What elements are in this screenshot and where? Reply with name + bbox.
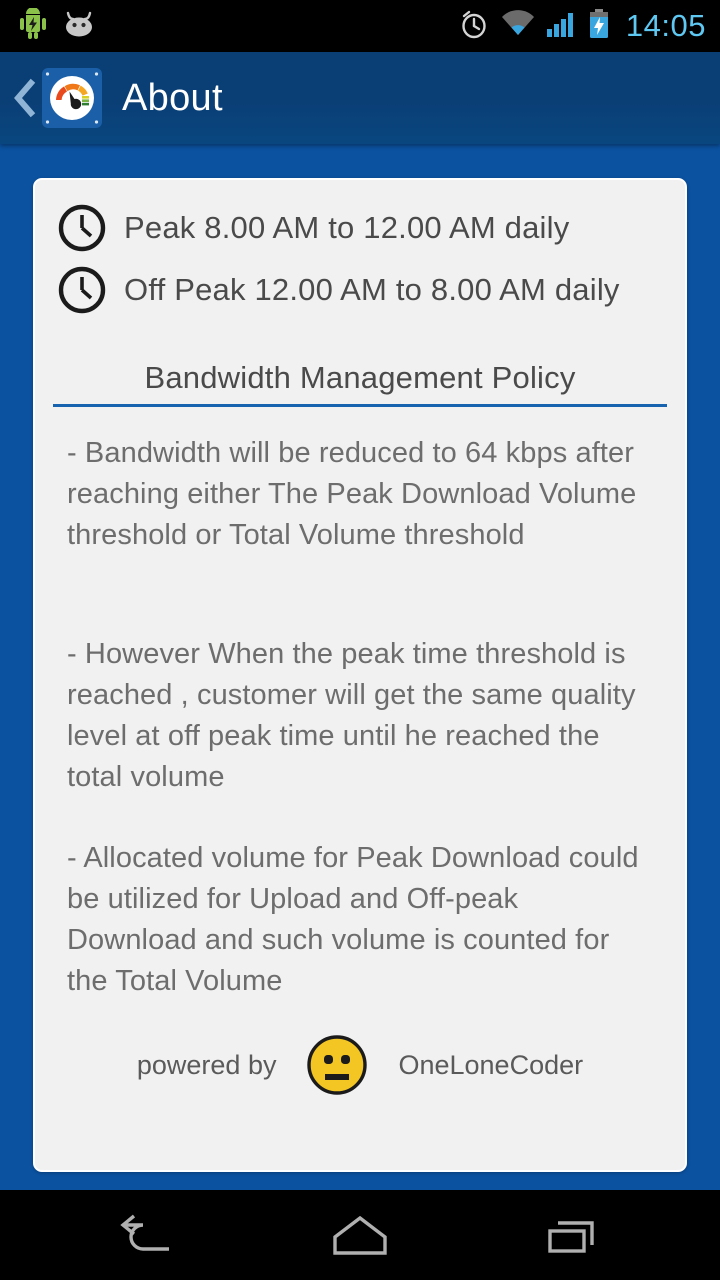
clock-icon	[56, 202, 108, 254]
policy-paragraph-2: - However When the peak time threshold i…	[67, 638, 636, 793]
powered-by-label: powered by	[136, 1049, 277, 1080]
up-navigation-button[interactable]	[8, 78, 42, 118]
nav-back-button[interactable]	[77, 1200, 217, 1270]
page-title: About	[122, 76, 223, 119]
brand-label: OneLoneCoder	[398, 1049, 584, 1080]
content-area: Peak 8.00 AM to 12.00 AM daily Off Peak …	[0, 144, 720, 1190]
about-card: Peak 8.00 AM to 12.00 AM daily Off Peak …	[33, 178, 687, 1172]
app-screen: 14:05 About Peak 8.00 AM to 12.00 AM dai…	[0, 0, 720, 1280]
section-title: Bandwidth Management Policy	[144, 360, 576, 395]
schedule-row-peak: Peak 8.00 AM to 12.00 AM daily	[53, 202, 667, 254]
wifi-icon	[500, 9, 536, 44]
cellular-signal-icon	[546, 9, 578, 44]
clock-icon	[56, 264, 108, 316]
policy-body: - Bandwidth will be reduced to 64 kbps a…	[53, 407, 667, 1032]
home-icon	[333, 1215, 387, 1255]
alarm-icon	[458, 8, 490, 45]
chevron-left-icon	[14, 78, 36, 118]
status-bar-notifications	[18, 6, 96, 45]
policy-paragraph-3: - Allocated volume for Peak Download cou…	[67, 842, 639, 997]
neutral-face-emoji	[304, 1032, 370, 1098]
action-bar: About	[0, 52, 720, 144]
nav-recents-button[interactable]	[503, 1200, 643, 1270]
android-charging-icon	[18, 6, 48, 45]
status-bar-clock: 14:05	[625, 8, 706, 43]
speedometer-app-icon[interactable]	[42, 68, 102, 128]
schedule-text-offpeak: Off Peak 12.00 AM to 8.00 AM daily	[124, 272, 620, 307]
policy-paragraph-1: - Bandwidth will be reduced to 64 kbps a…	[67, 437, 637, 551]
nav-home-button[interactable]	[290, 1200, 430, 1270]
system-navigation-bar	[0, 1190, 720, 1280]
blob-face-icon	[62, 9, 96, 44]
status-bar-system-icons: 14:05	[458, 8, 706, 45]
schedule-row-offpeak: Off Peak 12.00 AM to 8.00 AM daily	[53, 264, 667, 316]
status-bar: 14:05	[0, 0, 720, 52]
schedule-text-peak: Peak 8.00 AM to 12.00 AM daily	[124, 210, 570, 245]
recent-apps-icon	[548, 1221, 595, 1253]
back-arrow-icon	[119, 1214, 169, 1251]
battery-charging-icon	[588, 8, 610, 45]
powered-by-footer: powered by OneLoneCoder	[53, 1032, 667, 1108]
